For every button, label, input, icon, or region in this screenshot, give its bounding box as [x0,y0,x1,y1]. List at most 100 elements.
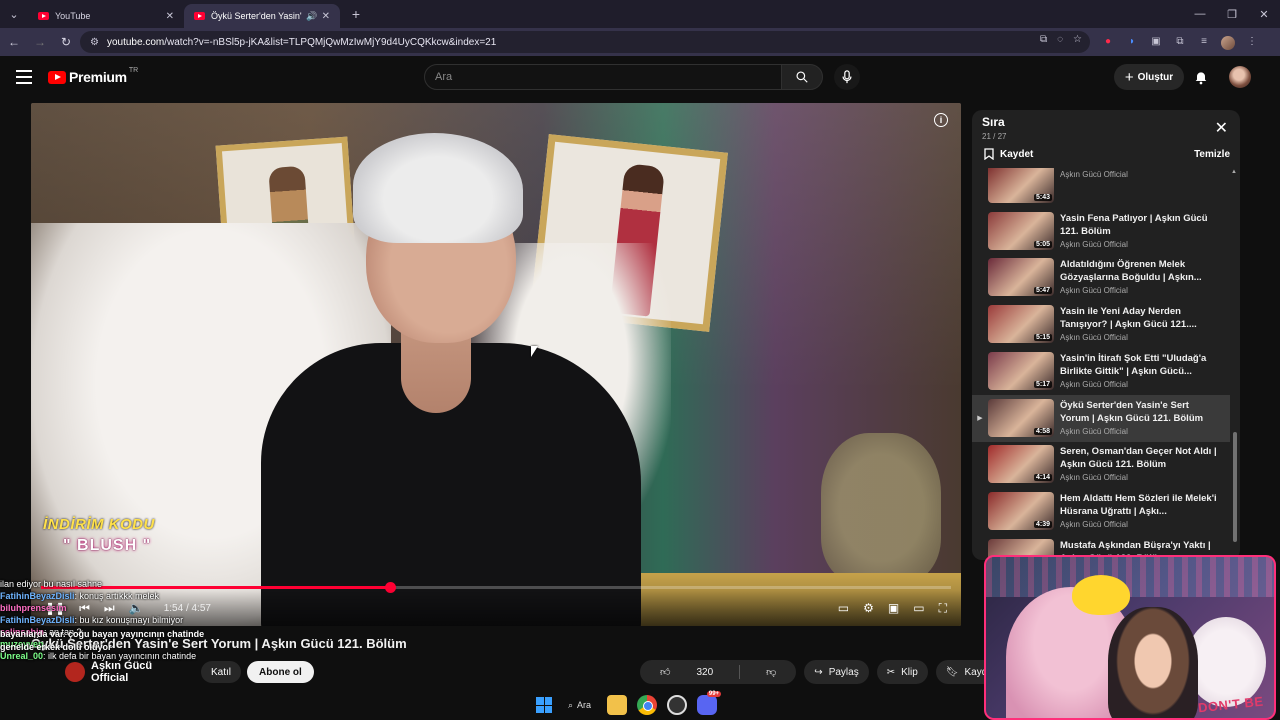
extension-red-icon[interactable]: ● [1100,31,1116,51]
like-button[interactable]: 👍︎ 320 [640,660,733,684]
queue-item[interactable]: 4:39 Hem Aldattı Hem Sözleri ile Melek'i … [972,488,1230,535]
subtitles-icon[interactable]: ▭ [838,601,849,615]
queue-thumbnail[interactable]: 5:17 [988,351,1054,390]
obs-icon[interactable] [667,695,688,715]
reading-list-icon[interactable]: ≡ [1196,31,1212,51]
now-playing-icon: ▶ [977,415,983,422]
install-icon[interactable]: ⧉ [1040,34,1047,45]
drag-handle[interactable] [972,254,988,301]
back-icon[interactable]: ← [2,30,26,54]
fullscreen-icon[interactable]: ⛶ [939,601,947,616]
minimize-icon[interactable]: — [1184,0,1216,28]
extension-blue-icon[interactable]: ◗ [1124,31,1140,51]
clip-button[interactable]: ✂ Klip [876,660,928,684]
queue-item[interactable]: 5:17 Yasin'in İtirafı Şok Etti "Uludağ'a … [972,348,1230,395]
drag-handle[interactable] [972,348,988,395]
taskbar-search[interactable]: ⌕ Ara [562,695,597,715]
channel-avatar[interactable] [65,662,85,682]
queue-item[interactable]: 4:14 Seren, Osman'dan Geçer Not Aldı | Aş… [972,441,1230,488]
info-icon[interactable]: i [934,113,948,127]
account-avatar[interactable] [1229,66,1251,88]
tab-title: YouTube [55,11,91,21]
clip-label: Klip [901,666,918,678]
queue-item-title[interactable]: Aldatıldığını Öğrenen Melek Gözyaşlarına… [1060,258,1220,284]
save-queue-button[interactable]: Kaydet [984,148,1033,160]
site-info-icon[interactable]: ⚙ [90,37,99,48]
drag-handle[interactable] [972,301,988,348]
search-icon: ⌕ [568,699,574,710]
eye-off-icon[interactable]: ◌ [1057,34,1063,45]
speaker-icon[interactable]: 🔊 [306,11,317,22]
drag-handle[interactable] [972,168,988,208]
queue-thumbnail[interactable]: 4:39 [988,491,1054,530]
queue-item-title[interactable]: Yasin ile Yeni Aday Nerden Tanışıyor? | … [1060,305,1220,331]
channel-name[interactable]: Aşkın Gücü Official [91,660,191,684]
address-bar[interactable]: ⚙ youtube.com/watch?v=-nBSl5p-jKA&list=T… [80,31,1090,53]
queue-item[interactable]: 5:15 Yasin ile Yeni Aday Nerden Tanışıyor… [972,301,1230,348]
join-button[interactable]: Katıl [201,661,242,683]
youtube-premium-logo[interactable]: Premium TR [48,67,138,85]
search-button[interactable] [781,64,823,90]
drag-handle[interactable] [972,441,988,488]
search-input[interactable] [435,71,781,83]
discord-badge: 99+ [706,691,722,697]
profile-avatar-small[interactable] [1220,31,1236,51]
windows-start-icon[interactable] [536,697,552,713]
voice-search-button[interactable] [834,64,860,90]
tab-current-video[interactable]: Öykü Serter'den Yasin'e Se 🔊 ✕ [184,4,340,28]
chat-username: FatihinBeyazDisli [0,591,75,601]
share-button[interactable]: ↪ Paylaş [804,660,869,684]
queue-item[interactable]: ▶ 4:58 Öykü Serter'den Yasin'e Sert Yorum … [972,394,1230,442]
notifications-button[interactable] [1190,66,1212,88]
window-controls: — ❐ ✕ [1184,0,1280,28]
browser-menu-icon[interactable]: ⋮ [1244,31,1260,51]
tab-search-icon[interactable]: ⌄ [0,0,28,28]
queue-item-channel: Aşkın Gücü Official [1060,286,1128,296]
theater-mode-icon[interactable]: ▭ [913,601,924,615]
queue-thumbnail[interactable]: 4:14 [988,445,1054,484]
drag-handle[interactable] [972,488,988,535]
miniplayer-icon[interactable]: ▣ [888,601,899,615]
extensions-puzzle-icon[interactable]: ⧉ [1172,31,1188,51]
reload-icon[interactable]: ↻ [54,30,78,54]
close-queue-icon[interactable]: ✕ [1215,118,1228,138]
create-label: Oluştur [1137,71,1174,83]
queue-item-title[interactable]: Hem Aldattı Hem Sözleri ile Melek'i Hüsr… [1060,492,1220,518]
video-player[interactable]: İNDİRİM KODU " BLUSH " i ❚❚ ⏮ ⏭ 🔈 1:54 /… [31,103,961,626]
queue-item-title[interactable]: Seren, Osman'dan Geçer Not Aldı | Aşkın … [1060,445,1220,471]
forward-icon[interactable]: → [28,30,52,54]
settings-icon[interactable]: ⚙ [863,601,874,615]
file-explorer-icon[interactable] [607,695,628,715]
queue-item-title[interactable]: Öykü Serter'den Yasin'e Sert Yorum | Aşk… [1060,399,1220,425]
queue-thumbnail[interactable]: 5:05 [988,211,1054,250]
queue-thumbnail[interactable]: 5:47 [988,258,1054,297]
queue-thumbnail[interactable]: 5:15 [988,305,1054,344]
create-button[interactable]: + Oluştur [1114,64,1184,90]
queue-thumbnail[interactable]: 5:43 [988,168,1054,203]
scroll-up-icon[interactable]: ▲ [1231,169,1237,175]
tab-close-icon[interactable]: ✕ [322,11,330,22]
queue-item-info: Seren, Osman'dan Geçer Not Aldı | Aşkın … [1060,441,1220,488]
subscribe-button[interactable]: Abone ol [247,661,314,683]
extension-gray-icon[interactable]: ▣ [1148,31,1164,51]
restore-icon[interactable]: ❐ [1216,0,1248,28]
tab-youtube[interactable]: YouTube ✕ [28,4,184,28]
dislike-button[interactable]: 👎︎ [746,660,796,684]
queue-item-title[interactable]: Yasin'in İtirafı Şok Etti "Uludağ'a Birl… [1060,352,1220,378]
scrollbar-thumb[interactable] [1233,432,1237,542]
queue-item[interactable]: 5:43 Aşkın Gücü Official [972,168,1230,208]
close-window-icon[interactable]: ✕ [1248,0,1280,28]
bookmark-star-icon[interactable]: ☆ [1073,34,1082,45]
queue-item[interactable]: 5:05 Yasin Fena Patlıyor | Aşkın Gücü 121… [972,208,1230,255]
queue-item-title[interactable]: Yasin Fena Patlıyor | Aşkın Gücü 121. Bö… [1060,212,1220,238]
drag-handle[interactable] [972,208,988,255]
guide-menu-icon[interactable] [16,70,32,84]
clear-queue-button[interactable]: Temizle [1194,149,1230,160]
queue-scrollbar[interactable]: ▲ [1231,169,1237,552]
chrome-icon[interactable] [637,695,658,715]
queue-thumbnail[interactable]: 4:58 [988,398,1054,437]
new-tab-button[interactable]: + [344,6,368,22]
discord-icon[interactable]: 99+ [697,691,722,715]
tab-close-icon[interactable]: ✕ [166,11,174,22]
queue-item[interactable]: 5:47 Aldatıldığını Öğrenen Melek Gözyaşla… [972,254,1230,301]
